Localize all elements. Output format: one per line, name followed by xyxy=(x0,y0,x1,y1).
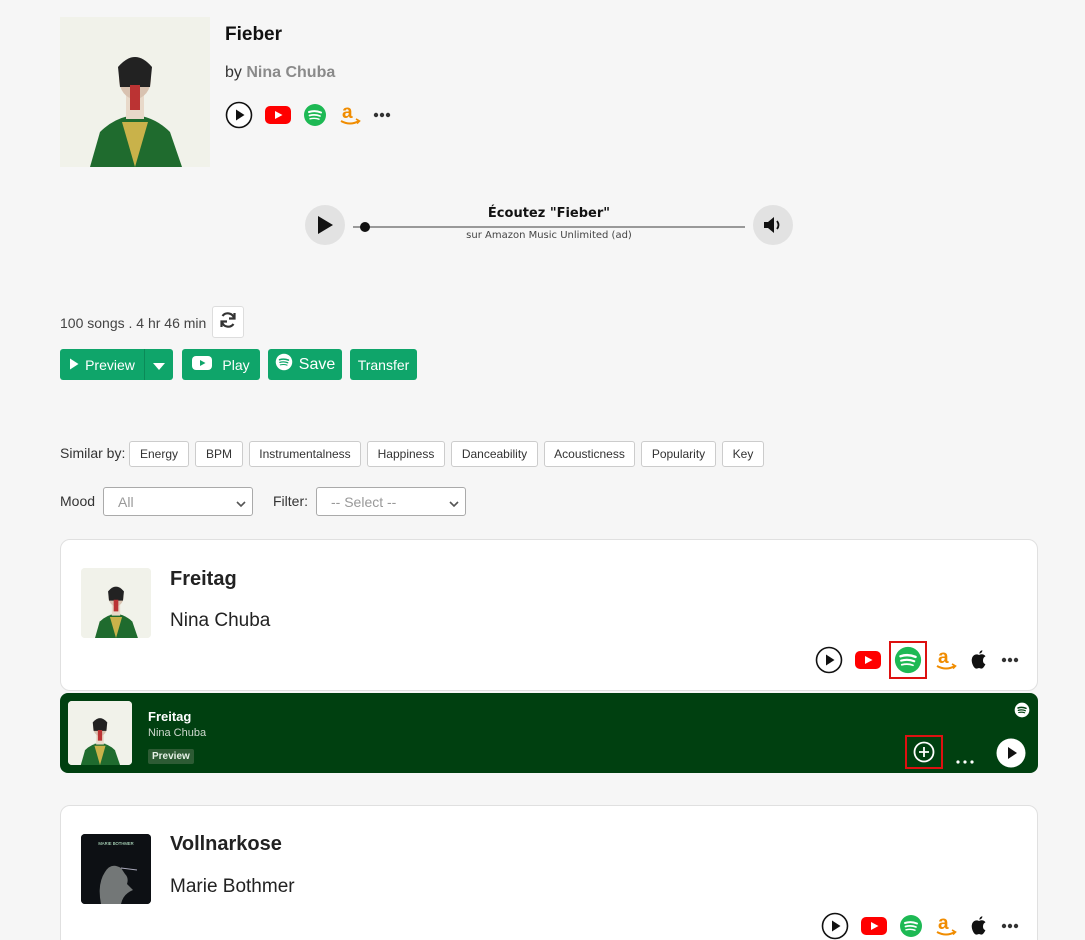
caret-down-icon xyxy=(153,357,165,373)
spotify-icon xyxy=(275,353,293,376)
song-artist[interactable]: Marie Bothmer xyxy=(170,876,295,898)
svg-text:a: a xyxy=(342,102,353,123)
filter-select[interactable]: -- Select -- xyxy=(316,487,466,516)
spotify-save-button[interactable]: Save xyxy=(268,349,342,380)
artist-link[interactable]: Nina Chuba xyxy=(246,64,335,81)
mood-select[interactable]: All xyxy=(103,487,253,516)
header-icon-row: a xyxy=(225,101,391,129)
song-icon-row: a xyxy=(821,912,1019,940)
song-thumbnail[interactable] xyxy=(81,568,151,638)
chip-danceability[interactable]: Danceability xyxy=(451,441,538,467)
amazon-icon[interactable]: a xyxy=(339,102,361,128)
play-icon xyxy=(69,357,79,373)
transfer-button[interactable]: Transfer xyxy=(350,349,417,380)
song-card: Freitag Nina Chuba a xyxy=(60,539,1038,691)
youtube-icon[interactable] xyxy=(855,651,881,669)
youtube-icon xyxy=(192,356,213,373)
spotify-icon[interactable] xyxy=(889,641,927,679)
song-icon-row: a xyxy=(815,641,1019,679)
track-byline: by Nina Chuba xyxy=(225,64,335,82)
track-title: Fieber xyxy=(225,24,283,45)
cover-text: MARIE BOTHMER xyxy=(98,841,133,846)
spotify-icon[interactable] xyxy=(899,914,923,938)
play-circle-icon[interactable] xyxy=(225,101,253,129)
svg-text:a: a xyxy=(938,647,949,668)
song-thumbnail[interactable]: MARIE BOTHMER xyxy=(81,834,151,904)
song-title[interactable]: Freitag xyxy=(170,568,237,591)
youtube-icon[interactable] xyxy=(861,917,887,935)
spotify-icon[interactable] xyxy=(303,103,327,127)
preview-label: Preview xyxy=(85,356,135,373)
chip-bpm[interactable]: BPM xyxy=(195,441,243,467)
chevron-down-icon xyxy=(449,496,459,512)
similar-by-label: Similar by: xyxy=(60,445,126,461)
refresh-icon xyxy=(219,311,237,334)
apple-icon[interactable] xyxy=(969,915,989,937)
svg-text:a: a xyxy=(938,913,949,934)
player-title: Écoutez "Fieber" xyxy=(487,206,611,221)
transfer-label: Transfer xyxy=(357,356,410,373)
player-subtitle: sur Amazon Music Unlimited (ad) xyxy=(466,230,632,241)
refresh-button[interactable] xyxy=(212,306,244,338)
mood-label: Mood xyxy=(60,493,96,509)
embed-more-icon[interactable] xyxy=(956,751,974,769)
song-artist[interactable]: Nina Chuba xyxy=(170,610,270,632)
mood-select-value: All xyxy=(118,493,134,510)
embed-thumbnail xyxy=(68,701,132,765)
chevron-down-icon xyxy=(236,496,246,512)
apple-icon[interactable] xyxy=(969,649,989,671)
add-to-library-icon[interactable] xyxy=(905,735,943,769)
youtube-icon[interactable] xyxy=(265,106,291,124)
spotify-logo-icon[interactable] xyxy=(1014,702,1030,723)
preview-button[interactable]: Preview xyxy=(60,349,144,380)
amazon-icon[interactable]: a xyxy=(935,647,957,673)
chip-key[interactable]: Key xyxy=(722,441,764,467)
spotify-embed-player: Freitag Nina Chuba Preview xyxy=(60,693,1038,773)
embed-title[interactable]: Freitag xyxy=(148,709,191,724)
amazon-icon[interactable]: a xyxy=(935,913,957,939)
youtube-play-button[interactable]: Play xyxy=(182,349,260,380)
more-icon[interactable] xyxy=(1001,657,1019,663)
play-circle-icon[interactable] xyxy=(815,646,843,674)
chip-popularity[interactable]: Popularity xyxy=(641,441,716,467)
amazon-audio-player: Écoutez "Fieber" sur Amazon Music Unlimi… xyxy=(305,205,793,247)
playlist-stats: 100 songs . 4 hr 46 min xyxy=(60,315,207,331)
save-label: Save xyxy=(298,355,336,373)
by-prefix: by xyxy=(225,64,242,81)
song-title[interactable]: Vollnarkose xyxy=(170,833,282,856)
play-circle-icon[interactable] xyxy=(821,912,849,940)
filter-select-value: -- Select -- xyxy=(331,493,397,510)
filter-label: Filter: xyxy=(273,493,308,509)
play-label: Play xyxy=(222,356,250,373)
preview-badge: Preview xyxy=(148,749,194,764)
more-icon[interactable] xyxy=(373,112,391,118)
chip-happiness[interactable]: Happiness xyxy=(367,441,445,467)
preview-dropdown-button[interactable] xyxy=(144,349,173,380)
chip-instrumentalness[interactable]: Instrumentalness xyxy=(249,441,361,467)
more-icon[interactable] xyxy=(1001,923,1019,929)
chip-acousticness[interactable]: Acousticness xyxy=(544,441,635,467)
embed-play-button[interactable] xyxy=(996,738,1026,773)
embed-artist[interactable]: Nina Chuba xyxy=(148,727,206,739)
album-cover xyxy=(60,17,210,167)
song-card: MARIE BOTHMER Vollnarkose Marie Bothmer … xyxy=(60,805,1038,940)
chip-energy[interactable]: Energy xyxy=(129,441,189,467)
progress-track[interactable] xyxy=(353,226,745,228)
